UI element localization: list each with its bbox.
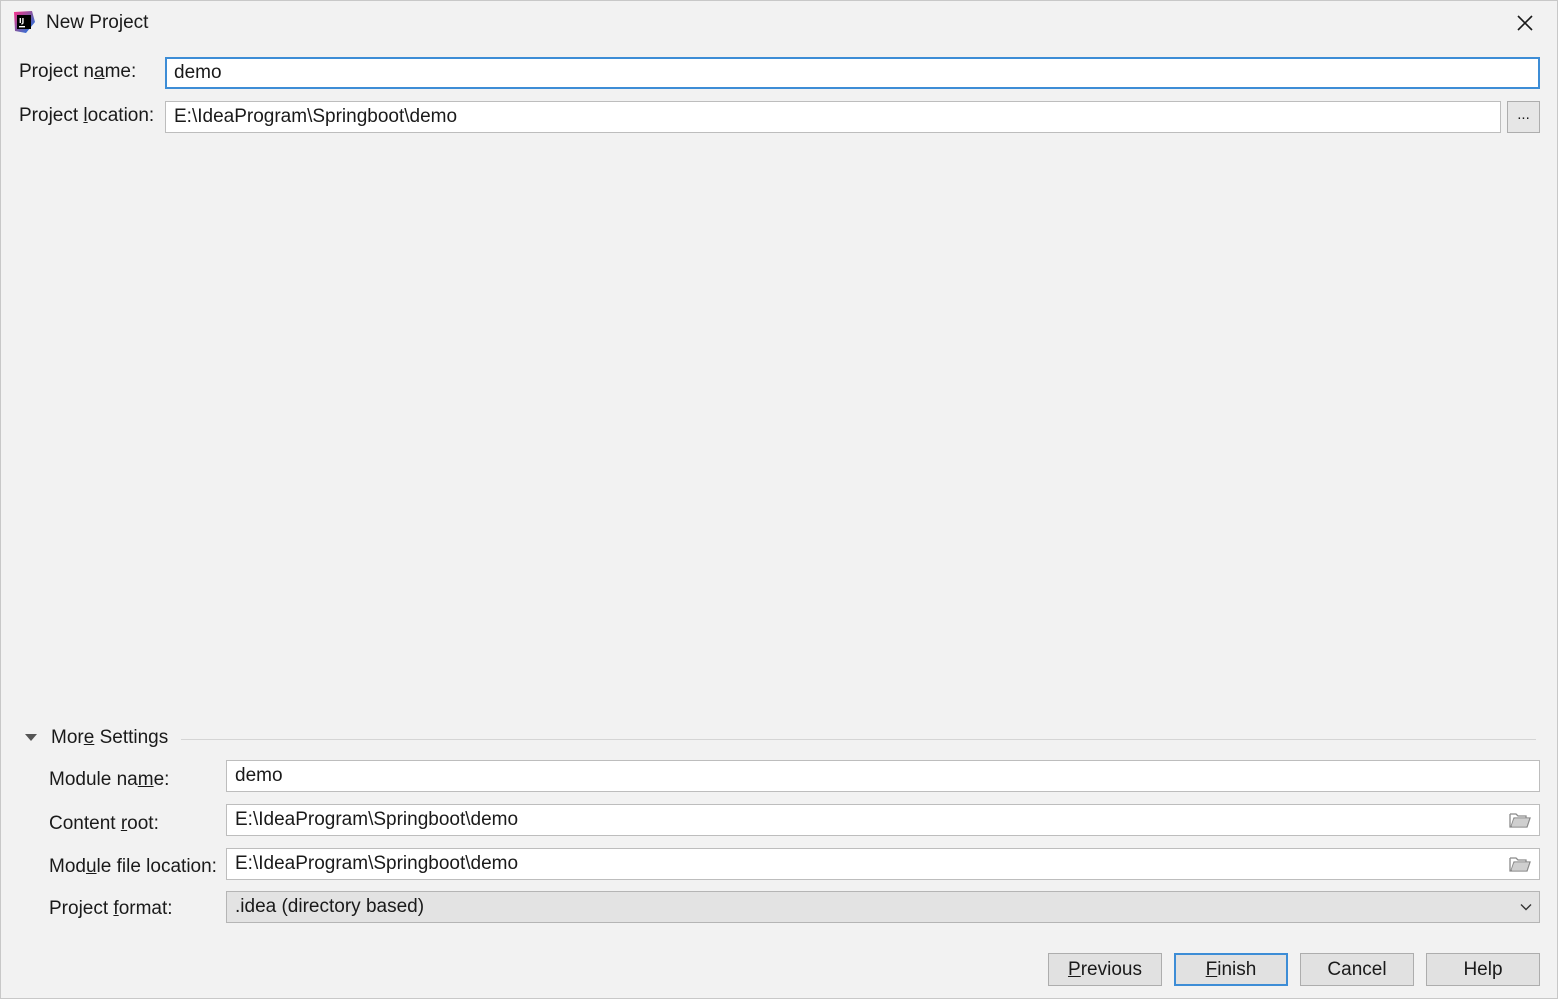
new-project-dialog: IJ New Project Project name: demo Projec… [0,0,1558,999]
label-text: me: [104,61,137,82]
close-icon[interactable] [1513,11,1537,35]
folder-open-icon[interactable] [1509,855,1531,873]
cancel-button[interactable]: Cancel [1300,953,1414,986]
project-format-select[interactable]: .idea (directory based) [226,891,1540,923]
label-text: Mor [51,727,84,748]
label-mnemonic: m [137,769,154,790]
content-root-input[interactable]: E:\IdeaProgram\Springboot\demo [226,804,1540,836]
label-text: ocation: [87,105,155,126]
label-text: ormat: [118,898,173,919]
button-text: inish [1217,959,1257,980]
content-root-label: Content root: [49,812,159,836]
expand-triangle-icon[interactable] [23,730,39,746]
label-text: le file location: [96,856,217,877]
label-mnemonic: u [85,856,97,877]
label-text: e: [153,769,170,790]
module-file-location-input[interactable]: E:\IdeaProgram\Springboot\demo [226,848,1540,880]
button-text: revious [1080,959,1142,980]
module-name-input[interactable]: demo [226,760,1540,792]
project-name-label: Project name: [19,60,136,84]
button-mnemonic: P [1068,959,1081,980]
label-text: Settings [94,727,169,748]
previous-button[interactable]: Previous [1048,953,1162,986]
intellij-idea-icon: IJ [14,11,35,33]
section-divider [181,739,1536,740]
project-location-label: Project location: [19,104,154,128]
chevron-down-icon [1520,904,1532,911]
module-file-location-value: E:\IdeaProgram\Springboot\demo [235,853,519,874]
label-text: Project [19,105,84,126]
label-text: Module na [49,769,138,790]
module-file-location-label: Module file location: [49,855,217,879]
svg-text:IJ: IJ [19,17,24,25]
folder-open-icon[interactable] [1509,811,1531,829]
label-text: oot: [127,813,159,834]
project-location-input[interactable]: E:\IdeaProgram\Springboot\demo [165,101,1501,133]
project-format-label: Project format: [49,897,173,921]
content-root-value: E:\IdeaProgram\Springboot\demo [235,809,519,830]
finish-button[interactable]: Finish [1174,953,1288,986]
help-button[interactable]: Help [1426,953,1540,986]
button-mnemonic: F [1205,959,1218,980]
title-bar: IJ New Project [1,1,1557,45]
label-text: Content [49,813,121,834]
label-text: Project [49,898,114,919]
label-mnemonic: e [83,727,95,748]
module-name-label: Module name: [49,768,169,792]
label-mnemonic: a [93,61,105,82]
browse-location-button[interactable]: ... [1507,101,1540,133]
project-format-value: .idea (directory based) [235,896,425,917]
more-settings-title[interactable]: More Settings [51,726,168,750]
label-text: Project n [19,61,94,82]
project-name-input[interactable]: demo [165,57,1540,89]
window-title: New Project [46,12,149,33]
label-text: Mod [49,856,86,877]
